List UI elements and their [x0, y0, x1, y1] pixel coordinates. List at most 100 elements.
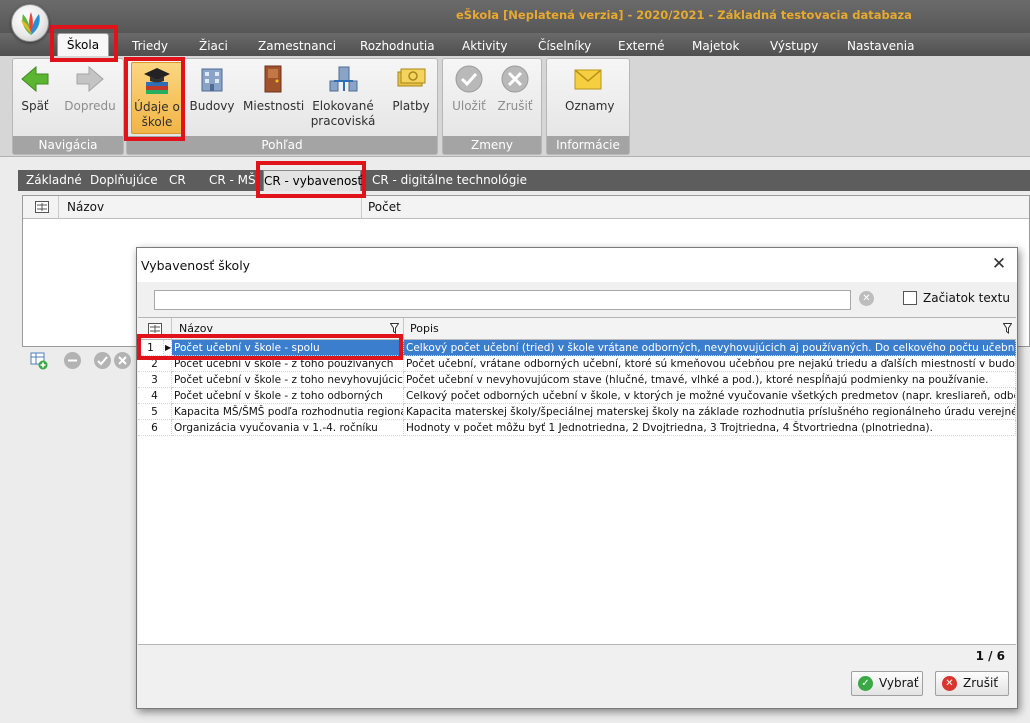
row-number: 2 [138, 356, 172, 372]
discard-label: Zrušiť [497, 99, 533, 113]
cancel-button[interactable]: ✕ Zrušiť [935, 671, 1009, 696]
row-name: Kapacita MŠ/ŠMŠ podľa rozhodnutia region… [172, 404, 404, 420]
column-header-nazov-label: Názov [179, 322, 213, 335]
main-menu: Škola Triedy Žiaci Zamestnanci Rozhodnut… [0, 33, 1030, 56]
buildings-button[interactable]: Budovy [189, 63, 235, 114]
group-label-navigacia: Navigácia [13, 136, 123, 154]
payments-label: Platby [392, 99, 430, 113]
column-header-popis[interactable]: Popis [404, 318, 1016, 340]
starts-with-checkbox[interactable] [903, 291, 917, 305]
row-number: 5 [138, 404, 172, 420]
title-bar: eŠkola [Neplatená verzia] - 2020/2021 - … [0, 0, 1030, 33]
starts-with-label: Začiatok textu [923, 291, 1010, 305]
building-icon [201, 68, 223, 92]
row-number: 4 [138, 388, 172, 404]
detached-workplaces-label-2: pracoviská [310, 114, 376, 128]
forward-button[interactable]: Dopredu [59, 63, 121, 114]
school-info-label-1: Údaje o [134, 100, 180, 114]
delete-row-icon[interactable] [64, 352, 81, 369]
add-row-icon[interactable] [30, 352, 48, 370]
envelope-icon [574, 69, 602, 90]
dialog-titlebar: Vybavenosť školy ✕ [137, 248, 1017, 282]
subtab-doplnujuce[interactable]: Doplňujúce [90, 170, 158, 191]
table-row[interactable]: 5 Kapacita MŠ/ŠMŠ podľa rozhodnutia regi… [138, 404, 1016, 420]
column-pocet[interactable]: Počet [362, 196, 1030, 219]
network-buildings-icon [329, 66, 358, 92]
row-number: 3 [138, 372, 172, 388]
ribbon-group-pohlad: Údaje o škole Budovy Miestnosti Elokovan… [126, 58, 438, 155]
menu-tab-vystupy[interactable]: Výstupy [770, 36, 818, 56]
row-name: Počet učební v škole - z toho odborných [172, 388, 404, 404]
table-row[interactable]: 6 Organizácia vyučovania v 1.-4. ročníku… [138, 420, 1016, 436]
rooms-button[interactable]: Miestnosti [243, 63, 304, 114]
subtab-cr-vybavenost[interactable]: CR - vybavenosť [263, 170, 362, 191]
menu-tab-triedy[interactable]: Triedy [132, 36, 168, 56]
announcements-button[interactable]: Oznamy [565, 63, 615, 114]
menu-tab-aktivity[interactable]: Aktivity [462, 36, 507, 56]
menu-tab-majetok[interactable]: Majetok [692, 36, 739, 56]
row-number: 1 [138, 340, 164, 356]
clear-search-icon[interactable]: ✕ [859, 291, 874, 306]
subtab-cr[interactable]: CR [169, 170, 186, 191]
row-description: Kapacita materskej školy/špeciálnej mate… [404, 404, 1016, 420]
menu-tab-ziaci[interactable]: Žiaci [199, 36, 228, 56]
row-description: Hodnoty v počet môžu byť 1 Jednotriedna,… [404, 420, 1016, 436]
row-description: Počet učební, vrátane odborných učební, … [404, 356, 1016, 372]
column-header-nazov[interactable]: Názov [172, 318, 404, 340]
equipment-grid-header: Názov Počet [23, 196, 1029, 219]
row-name: Počet učební v škole - z toho používanýc… [172, 356, 404, 372]
grid-header: Názov Popis [138, 318, 1016, 340]
close-icon[interactable]: ✕ [989, 254, 1009, 274]
payments-button[interactable]: Platby [391, 63, 431, 114]
ribbon-group-informacie: Oznamy Informácie [546, 58, 630, 155]
filter-icon[interactable] [390, 323, 399, 334]
subtab-zakladne[interactable]: Základné [26, 170, 82, 191]
x-circle-icon [501, 65, 529, 93]
current-row-indicator-icon: ▶ [164, 340, 172, 356]
table-row[interactable]: 4 Počet učební v škole - z toho odbornýc… [138, 388, 1016, 404]
subtab-cr-digitalne[interactable]: CR - digitálne technológie [372, 170, 527, 191]
group-label-zmeny: Zmeny [443, 136, 541, 154]
equipment-dialog: Vybavenosť školy ✕ ✕ Začiatok textu Názo… [136, 247, 1018, 709]
equipment-list-grid[interactable]: Názov Popis 1 ▶ Počet učební v škole - s… [138, 317, 1016, 645]
school-info-button[interactable]: Údaje o škole [131, 62, 183, 134]
menu-tab-skola[interactable]: Škola [57, 33, 109, 56]
arrow-left-icon [21, 65, 49, 93]
save-label: Uložiť [452, 99, 486, 113]
subtab-cr-ms[interactable]: CR - MŠ [209, 170, 256, 191]
menu-tab-externe[interactable]: Externé [618, 36, 664, 56]
menu-tab-rozhodnutia[interactable]: Rozhodnutia [360, 36, 435, 56]
check-circle-icon [455, 65, 483, 93]
discard-button[interactable]: Zrušiť [497, 63, 533, 114]
table-row[interactable]: 2 Počet učební v škole - z toho používan… [138, 356, 1016, 372]
search-input[interactable] [154, 290, 851, 310]
table-row[interactable]: 3 Počet učební v škole - z toho nevyhovu… [138, 372, 1016, 388]
forward-button-label: Dopredu [64, 99, 116, 113]
window-title: eŠkola [Neplatená verzia] - 2020/2021 - … [456, 8, 912, 22]
cancel-button-label: Zrušiť [963, 676, 999, 690]
menu-tab-nastavenia[interactable]: Nastavenia [847, 36, 914, 56]
row-name: Organizácia vyučovania v 1.-4. ročníku [172, 420, 404, 436]
money-icon [397, 68, 426, 87]
detached-workplaces-button[interactable]: Elokované pracoviská [309, 63, 377, 129]
app-logo-icon[interactable] [11, 4, 49, 42]
menu-tab-zamestnanci[interactable]: Zamestnanci [258, 36, 336, 56]
table-row[interactable]: 1 ▶ Počet učební v škole - spolu Celkový… [138, 340, 1016, 356]
filter-icon[interactable] [1003, 323, 1012, 334]
check-icon: ✓ [858, 676, 873, 691]
cancel-row-icon[interactable] [114, 352, 131, 369]
subtab-bar: Základné Doplňujúce CR CR - MŠ CR - vyba… [18, 170, 1030, 191]
menu-tab-ciselniky[interactable]: Číselníky [538, 36, 591, 56]
close-icon: ✕ [942, 676, 957, 691]
column-nazov[interactable]: Názov [59, 196, 362, 219]
select-button[interactable]: ✓ Vybrať [851, 671, 923, 696]
column-chooser-icon[interactable] [138, 318, 172, 340]
back-button[interactable]: Späť [19, 63, 51, 114]
buildings-label: Budovy [189, 99, 235, 113]
select-button-label: Vybrať [879, 676, 919, 690]
confirm-row-icon[interactable] [94, 352, 111, 369]
save-button[interactable]: Uložiť [451, 63, 487, 114]
column-chooser-icon[interactable] [23, 196, 59, 219]
row-name: Počet učební v škole - spolu [172, 340, 404, 356]
row-description: Počet učební v nevyhovujúcom stave (hluč… [404, 372, 1016, 388]
